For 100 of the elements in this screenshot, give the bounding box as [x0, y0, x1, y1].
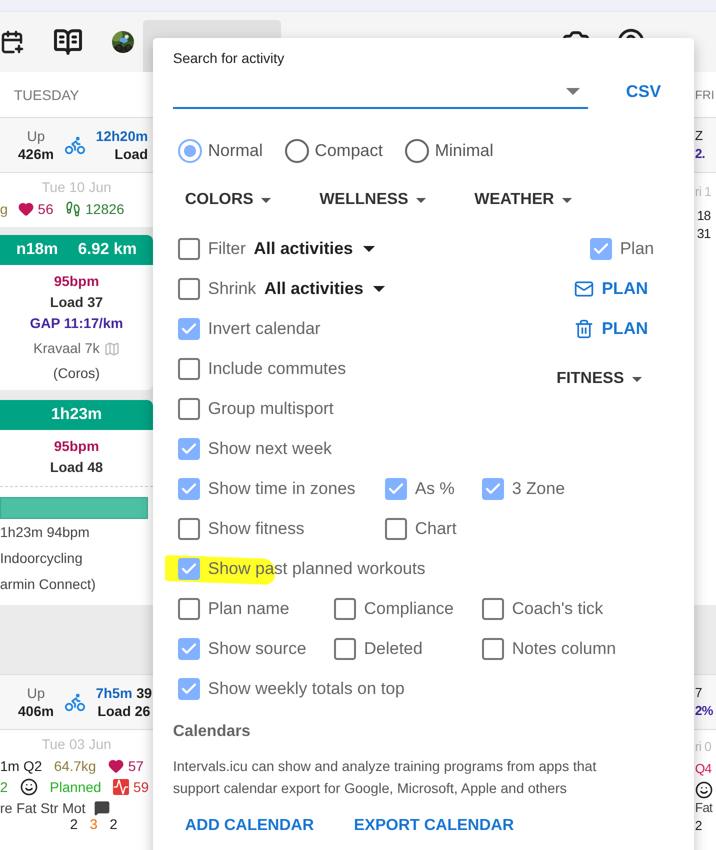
activity-detail: (Coros) — [53, 364, 100, 383]
bike-icon — [64, 691, 86, 713]
checkbox[interactable]: Chart — [385, 518, 457, 540]
duration-value: 1m Q2 — [0, 758, 42, 774]
activity-header-text: 6.92 km — [78, 241, 137, 259]
layout-radio[interactable]: Compact — [284, 139, 383, 163]
activity-detail: Load 48 — [50, 458, 103, 477]
climb-label: Up — [26, 127, 45, 145]
hrv-icon — [113, 779, 130, 795]
comment-icon — [94, 800, 110, 816]
weight-value: 64.7kg — [54, 758, 96, 774]
checkbox[interactable]: Show time in zones — [178, 478, 356, 500]
resting-hr-value: 57 — [128, 758, 144, 774]
hrv-value: 59 — [133, 779, 149, 795]
calendars-description: Intervals.icu can show and analyze training programs from apps that support calendar export for Google, Microsoft, Apple and others — [173, 757, 598, 798]
csv-button[interactable]: CSV — [620, 78, 667, 106]
checkbox[interactable]: Filter — [178, 238, 246, 260]
metric-value: 18 — [697, 207, 710, 225]
planned-workout-detail: armin Connect) — [0, 575, 96, 594]
checkbox[interactable]: Compliance — [334, 598, 454, 620]
caret-icon — [363, 246, 375, 252]
caret-icon — [416, 198, 426, 202]
wellness-value: 3 — [90, 816, 98, 832]
activity-detail: GAP 11:17/km — [30, 314, 124, 333]
steps-value: 12826 — [85, 201, 124, 217]
activity-card[interactable]: 1h23m 95bpm Load 48 1h23m 94bpm Indoorcycling armin Connect) — [0, 400, 153, 605]
caret-icon — [632, 376, 642, 382]
count-value: 39 — [136, 684, 152, 702]
layout-radio[interactable]: Normal — [178, 139, 263, 163]
caret-icon — [566, 88, 580, 94]
heart-icon — [18, 201, 34, 217]
wellness-value: 2 — [70, 816, 78, 832]
checkbox[interactable]: Include commutes — [178, 358, 346, 380]
checkbox[interactable]: As % — [385, 478, 455, 500]
bike-icon — [64, 134, 86, 156]
summary-value: 2% — [695, 702, 713, 720]
calendar-button[interactable]: ADD CALENDAR — [179, 813, 320, 839]
checkbox[interactable]: Group multisport — [178, 398, 334, 420]
checkbox[interactable]: Show source — [178, 638, 306, 660]
checkbox[interactable]: Shrink — [178, 278, 256, 300]
metric-value: 31 — [697, 225, 710, 243]
date-label: Tue 10 Jun — [42, 179, 112, 195]
map-icon — [104, 340, 120, 356]
checkbox[interactable]: Plan name — [178, 598, 290, 620]
summary-value: Z — [695, 127, 702, 145]
email-plan-button[interactable]: PLAN — [568, 275, 654, 303]
climb-value: 406m — [18, 702, 54, 720]
feel-value: 2 — [0, 779, 8, 795]
date-label: Tue 03 Jun — [42, 736, 112, 752]
search-label: Search for activity — [173, 50, 286, 66]
metric-value: Q4 — [695, 760, 712, 778]
caret-icon — [562, 198, 572, 202]
date-label: ri 1 — [695, 183, 712, 201]
status-text: Planned — [50, 779, 102, 795]
calendar-button[interactable]: EXPORT CALENDAR — [348, 813, 520, 839]
load-value: Load — [114, 145, 148, 163]
checkbox[interactable]: Coach's tick — [482, 598, 604, 620]
checkbox[interactable]: Plan — [590, 238, 654, 260]
wellness-value: 2 — [695, 817, 702, 835]
summary-value: 7 — [695, 684, 702, 702]
fitness-menu-button[interactable]: FITNESS — [544, 364, 654, 394]
checkbox[interactable]: Invert calendar — [178, 318, 320, 340]
planned-workout-detail: 1h23m 94bpm — [0, 523, 90, 542]
delete-plan-button[interactable]: PLAN — [568, 315, 654, 343]
add-event-icon[interactable] — [0, 29, 24, 55]
date-label: ri 0 — [695, 738, 712, 756]
layout-radio[interactable]: Minimal — [404, 139, 494, 163]
wellness-label: Fat — [695, 799, 712, 817]
weekday-header: FRI — [695, 88, 714, 102]
smiley-icon — [20, 778, 38, 796]
activity-type-select[interactable]: All activities — [256, 279, 386, 299]
menu-button[interactable]: WEATHER — [462, 185, 584, 215]
resting-hr-value: 56 — [38, 201, 54, 217]
activity-card[interactable]: n18m 6.92 km 95bpm Load 37 GAP 11:17/km Kravaal 7k (Coros) — [0, 235, 153, 390]
wellness-value: 2 — [110, 816, 118, 832]
trash-icon — [574, 319, 594, 339]
planned-workout-detail: Indoorcycling — [0, 549, 82, 568]
activity-type-select[interactable]: All activities — [246, 239, 375, 259]
checkbox[interactable]: 3 Zone — [482, 478, 565, 500]
checkbox[interactable]: Deleted — [334, 638, 423, 660]
menu-button[interactable]: COLORS — [173, 185, 284, 215]
checkbox[interactable]: Show next week — [178, 438, 332, 460]
menu-button[interactable]: WELLNESS — [307, 185, 438, 215]
climb-value: 426m — [18, 145, 54, 163]
caret-icon — [373, 286, 386, 292]
activity-header-text: 1h23m — [51, 406, 102, 424]
checkbox[interactable]: Show fitness — [178, 518, 304, 540]
footprints-icon — [65, 201, 82, 217]
wellness-labels: re Fat Str Mot — [0, 800, 86, 816]
duration-value: 7h5m — [96, 684, 132, 702]
calendars-heading: Calendars — [173, 723, 252, 741]
caret-icon — [261, 198, 272, 202]
climb-label: Up — [26, 684, 45, 702]
load-value: Load 26 — [97, 702, 150, 720]
weight-value: g — [0, 201, 8, 217]
checkbox[interactable]: Notes column — [482, 638, 616, 660]
activity-detail: Kravaal 7k — [33, 339, 100, 358]
checkbox[interactable]: Show weekly totals on top — [178, 678, 405, 700]
activity-detail: 95bpm — [54, 437, 100, 456]
heart-icon — [108, 758, 124, 774]
